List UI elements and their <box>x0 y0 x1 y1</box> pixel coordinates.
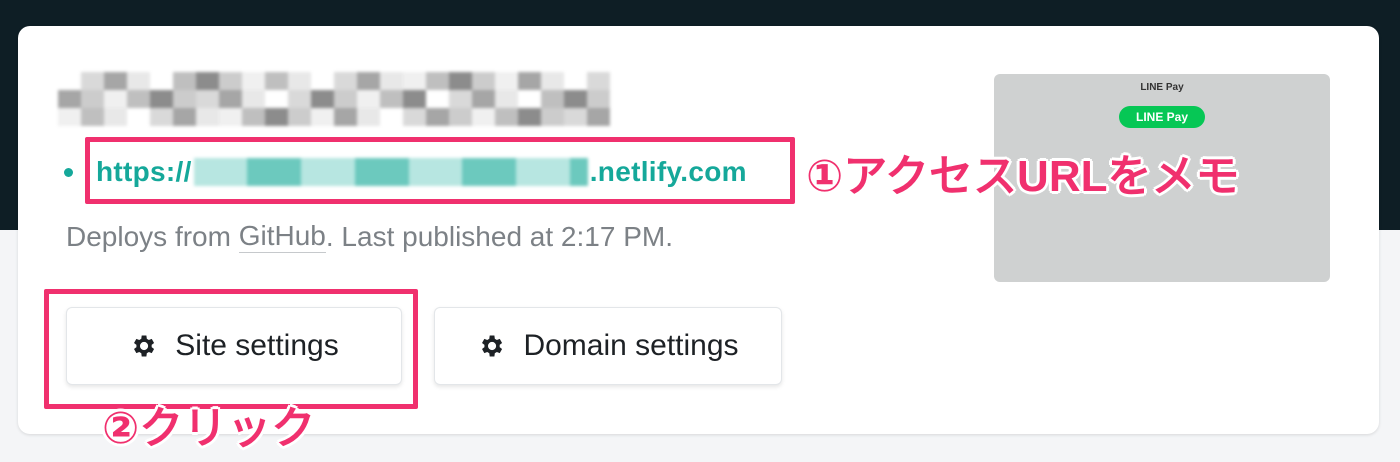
deploy-suffix: . Last published at 2:17 PM. <box>325 220 673 252</box>
deploy-prefix: Deploys from <box>66 220 239 252</box>
site-name-blurred <box>58 72 610 126</box>
annotation-step1: ①アクセスURLをメモ <box>806 152 1240 201</box>
url-highlight-box <box>85 137 795 204</box>
button-highlight-box <box>44 289 418 409</box>
domain-settings-button[interactable]: Domain settings <box>434 307 782 385</box>
status-dot <box>64 167 73 177</box>
preview-title: LINE Pay <box>1140 82 1184 93</box>
preview-badge: LINE Pay <box>1119 106 1205 128</box>
annotation-step2: ②クリック <box>102 404 316 453</box>
domain-settings-label: Domain settings <box>523 329 739 362</box>
deploy-info: Deploys from GitHub . Last published at … <box>66 220 673 254</box>
gear-icon <box>477 332 505 360</box>
github-link[interactable]: GitHub <box>238 220 326 254</box>
